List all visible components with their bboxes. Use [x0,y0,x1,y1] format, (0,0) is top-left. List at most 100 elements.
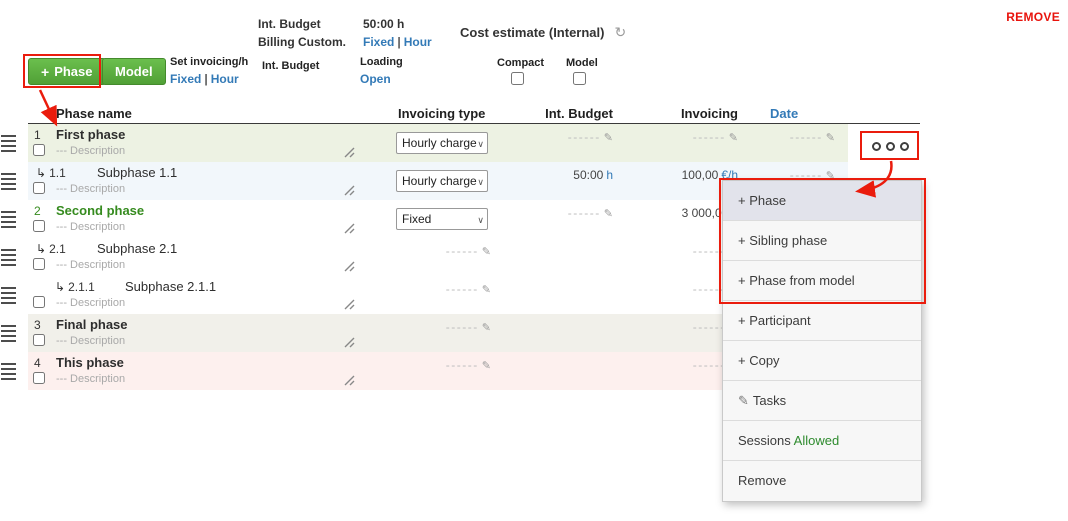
phase-checkbox[interactable] [33,296,45,308]
resize-grip-icon[interactable] [344,259,355,277]
menu-item-add-sibling-phase[interactable]: + Sibling phase [723,221,921,261]
table-header: Phase name Invoicing type Int. Budget In… [28,104,920,124]
compact-label: Compact [497,57,545,69]
phase-number: 3 [34,318,41,332]
phase-description[interactable]: --- Description [56,145,125,157]
chevron-down-icon: ∨ [477,215,484,225]
refresh-icon[interactable]: ↻ [614,24,626,40]
invoicing-type-select[interactable]: Hourly charge ∨ [396,132,488,154]
set-invoicing-separator: | [204,72,208,86]
menu-item-tasks-label: Tasks [752,393,787,408]
pencil-icon: ✎ [481,322,491,334]
phase-description[interactable]: --- Description [56,259,125,271]
phase-number: 4 [34,356,41,370]
billing-fixed-link[interactable]: Fixed [363,35,394,49]
set-invoicing-fixed-link[interactable]: Fixed [170,72,201,86]
drag-handle-icon[interactable] [1,363,16,380]
phase-number: ↳ 2.1.1 [55,280,95,294]
menu-item-add-copy[interactable]: + Copy [723,341,921,381]
resize-grip-icon[interactable] [344,221,355,239]
menu-item-add-phase[interactable]: + Phase [723,181,921,221]
phase-description[interactable]: --- Description [56,373,125,385]
invoicing-type-field[interactable]: ------ ✎ [396,320,491,334]
drag-handle-icon[interactable] [1,325,16,342]
int-budget-column-label: Int. Budget [262,60,320,72]
phase-number: ↳ 1.1 [36,166,66,180]
resize-grip-icon[interactable] [344,145,355,163]
pencil-icon: ✎ [603,132,613,144]
invoicing-field[interactable]: ------✎ [623,282,738,296]
set-invoicing-hour-link[interactable]: Hour [211,72,239,86]
phase-name[interactable]: Second phase [56,203,144,218]
phase-checkbox[interactable] [33,144,45,156]
compact-checkbox[interactable] [511,72,524,85]
phase-description[interactable]: --- Description [56,183,125,195]
invoicing-field[interactable]: ------✎ [623,244,738,258]
drag-handle-icon[interactable] [1,173,16,190]
drag-handle-icon[interactable] [1,211,16,228]
int-budget-field[interactable]: ------ ✎ [498,130,613,144]
phase-name[interactable]: Final phase [56,317,128,332]
menu-item-remove[interactable]: Remove [723,461,921,501]
resize-grip-icon[interactable] [344,297,355,315]
invoicing-type-select[interactable]: Hourly charge ∨ [396,170,488,192]
date-field[interactable]: ------ ✎ [720,130,835,144]
add-phase-button[interactable]: + Phase [28,58,106,85]
invoicing-type-field[interactable]: ------ ✎ [396,358,491,372]
loading-label: Loading [360,56,403,68]
drag-handle-icon[interactable] [1,135,16,152]
resize-grip-icon[interactable] [344,335,355,353]
phase-description[interactable]: --- Description [56,297,125,309]
menu-item-tasks[interactable]: ✎ Tasks [723,381,921,421]
model-checkbox[interactable] [573,72,586,85]
resize-grip-icon[interactable] [344,183,355,201]
loading-open-link[interactable]: Open [360,72,391,86]
phase-description[interactable]: --- Description [56,221,125,233]
header-date[interactable]: Date [770,106,798,121]
invoicing-field[interactable]: 3 000,00€ [623,206,738,220]
phase-name[interactable]: First phase [56,127,125,142]
invoicing-field[interactable]: ------✎ [623,320,738,334]
phase-checkbox[interactable] [33,182,45,194]
pencil-icon: ✎ [481,284,491,296]
int-budget-field[interactable]: 50:00 h [498,168,613,182]
circle-icon [885,141,895,151]
int-budget-summary-value: 50:00 h [363,17,405,31]
invoicing-field[interactable]: ------✎ [623,358,738,372]
budget-unit[interactable]: h [606,168,613,182]
pencil-icon: ✎ [738,393,749,408]
phase-checkbox[interactable] [33,220,45,232]
phase-description[interactable]: --- Description [56,335,125,347]
phase-checkbox[interactable] [33,372,45,384]
model-button[interactable]: Model [102,58,166,85]
drag-handle-icon[interactable] [1,249,16,266]
phase-checkbox[interactable] [33,258,45,270]
phase-name[interactable]: Subphase 1.1 [97,165,177,180]
subphase-arrow-icon: ↳ [55,280,66,294]
menu-item-add-participant[interactable]: + Participant [723,301,921,341]
remove-link[interactable]: REMOVE [1006,10,1060,24]
invoicing-type-field[interactable]: ------ ✎ [396,282,491,296]
model-toggle-label: Model [566,57,598,69]
phase-name[interactable]: Subphase 2.1 [97,241,177,256]
row-actions-button[interactable] [866,136,914,156]
resize-grip-icon[interactable] [344,373,355,391]
invoicing-type-select[interactable]: Fixed ∨ [396,208,488,230]
billing-hour-link[interactable]: Hour [404,35,432,49]
menu-item-sessions[interactable]: Sessions Allowed [723,421,921,461]
int-budget-field[interactable]: ------ ✎ [498,206,613,220]
phase-name[interactable]: This phase [56,355,124,370]
cost-estimate-heading: Cost estimate (Internal) ↻ [460,24,626,41]
pencil-icon: ✎ [825,132,835,144]
set-invoicing-label: Set invoicing/h [170,56,249,68]
cost-estimate-label: Cost estimate (Internal) [460,25,605,40]
pencil-icon: ✎ [603,208,613,220]
phase-checkbox[interactable] [33,334,45,346]
header-int-budget: Int. Budget [545,106,613,121]
phase-name[interactable]: Subphase 2.1.1 [125,279,216,294]
phase-number: ↳ 2.1 [36,242,66,256]
menu-item-add-phase-from-model[interactable]: + Phase from model [723,261,921,301]
circle-icon [899,141,909,151]
drag-handle-icon[interactable] [1,287,16,304]
invoicing-type-field[interactable]: ------ ✎ [396,244,491,258]
